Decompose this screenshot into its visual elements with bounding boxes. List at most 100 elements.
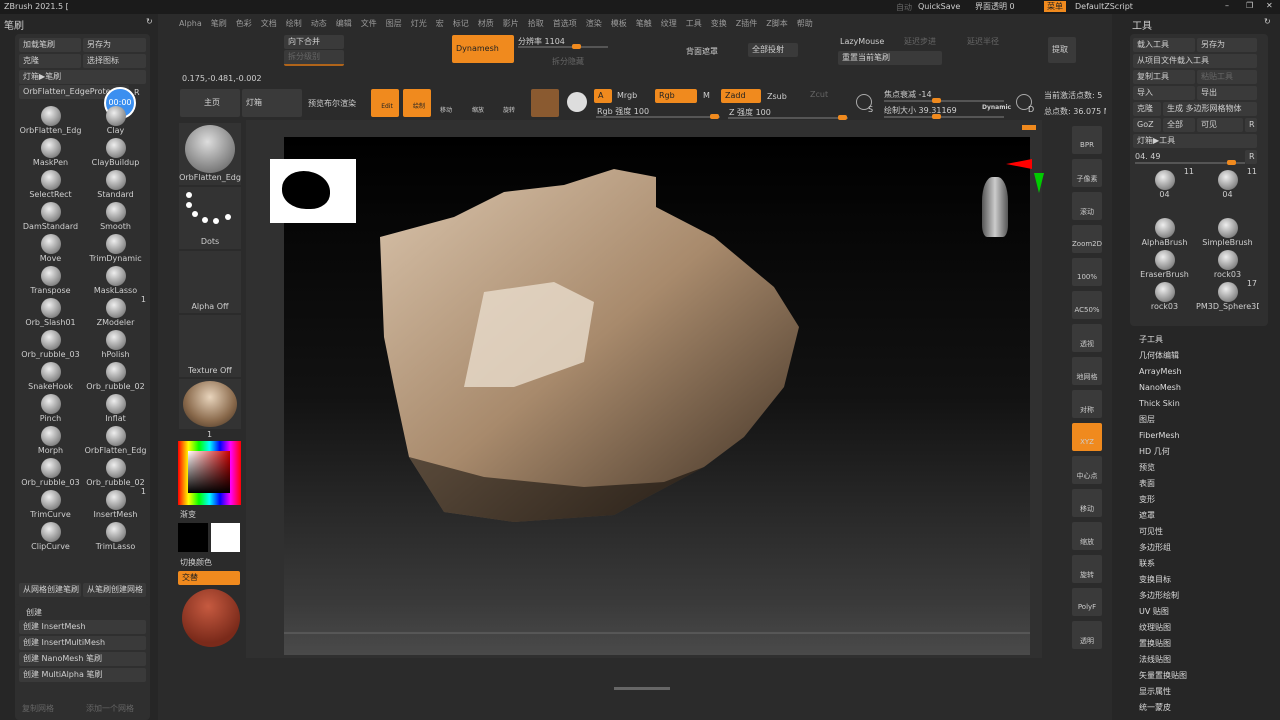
lazy-step-slider[interactable]: 延迟步进 [904,36,936,47]
tool-menu-item[interactable]: NanoMesh [1139,380,1187,396]
shelf-button-5[interactable]: AC50% [1072,291,1102,319]
brush-item[interactable]: TrimDynamic [83,231,148,263]
create-item[interactable]: 创建 NanoMesh 笔刷 [19,652,146,666]
shelf-button-1[interactable]: 子像素 [1072,159,1102,187]
lazymouse-button[interactable]: LazyMouse [840,37,884,46]
home-tab[interactable]: 主页 [180,89,240,117]
brush-item[interactable]: OrbFlatten_Edg [18,103,83,135]
brush-item[interactable]: ClipCurve [18,519,83,551]
create-item[interactable]: 创建 InsertMultiMesh [19,636,146,650]
tool-item[interactable]: AlphaBrush [1133,215,1196,247]
brush-item[interactable]: OrbFlatten_Edg [83,423,148,455]
brush-slot[interactable]: OrbFlatten_Edg [179,123,241,185]
clone-button[interactable]: 克隆 [19,54,81,68]
brush-item[interactable]: Orb_rubble_03 [18,327,83,359]
r-button-2[interactable]: R [1245,150,1257,164]
brush-item[interactable]: Clay [83,103,148,135]
shelf-button-4[interactable]: 100% [1072,258,1102,286]
restore-icon[interactable]: ❐ [1246,1,1253,10]
shelf-button-10[interactable]: 中心点 [1072,456,1102,484]
create-item[interactable]: 创建 MultiAlpha 笔刷 [19,668,146,682]
tool-menu-item[interactable]: 纹理贴图 [1139,620,1187,636]
menu-3[interactable]: 文档 [261,19,277,28]
tool-menu-item[interactable]: 显示属性 [1139,684,1187,700]
tool-menu-item[interactable]: 预览 [1139,460,1187,476]
dynamic-toggle[interactable]: Dynamic [982,104,1011,111]
brush-item[interactable]: hPolish [83,327,148,359]
tool-menu-item[interactable]: 统一蒙皮 [1139,700,1187,716]
brush-item[interactable]: SelectRect [18,167,83,199]
split-hidden-button[interactable]: 拆分隐藏 [552,56,584,67]
brush-item[interactable]: Standard [83,167,148,199]
brush-item[interactable]: Inflat [83,391,148,423]
shelf-button-2[interactable]: 滚动 [1072,192,1102,220]
zadd-toggle[interactable]: Zadd [721,89,761,103]
tool-item[interactable]: 04 11 [1196,167,1259,199]
brush-from-mesh-button[interactable]: 从网格创建笔刷 [19,583,81,597]
brush-item[interactable]: ZModeler 1 [83,295,148,327]
menu-2[interactable]: 色彩 [236,19,252,28]
menu-11[interactable]: 标记 [453,19,469,28]
create-item[interactable]: 创建 InsertMesh [19,620,146,634]
load-tool-button[interactable]: 载入工具 [1133,38,1195,52]
tool-menu-item[interactable]: 联系 [1139,556,1187,572]
copy-tool-button[interactable]: 复制工具 [1133,70,1195,84]
menu-5[interactable]: 动态 [311,19,327,28]
tool-item[interactable]: PM3D_Sphere3D 17 [1196,279,1259,311]
menu-4[interactable]: 绘制 [286,19,302,28]
move-button[interactable]: 移动 [440,105,452,114]
tool-menu-item[interactable]: 表面 [1139,476,1187,492]
shelf-button-15[interactable]: 透明 [1072,621,1102,649]
shelf-button-3[interactable]: Zoom2D [1072,225,1102,253]
brush-item[interactable]: Orb_rubble_02 [83,455,148,487]
paste-tool-button[interactable]: 粘贴工具 [1197,70,1257,84]
shelf-button-14[interactable]: PolyF [1072,588,1102,616]
refresh-icon[interactable]: ↻ [146,17,153,26]
tool-menu-item[interactable]: 矢量置换贴图 [1139,668,1187,684]
menu-button[interactable]: 菜单 [1044,1,1066,12]
edit-button[interactable]: Edit [371,89,399,117]
lightbox-tool-button[interactable]: 灯箱▶工具 [1133,134,1257,148]
menu-6[interactable]: 编辑 [336,19,352,28]
reset-button[interactable]: R [134,88,140,97]
shelf-button-7[interactable]: 地网格 [1072,357,1102,385]
all-button[interactable]: 全部 [1163,118,1195,132]
refresh-icon[interactable]: ↻ [1264,17,1271,26]
rgb-toggle[interactable]: Rgb [655,89,697,103]
extract-button[interactable]: 提取 [1048,37,1076,63]
export-button[interactable]: 导出 [1197,86,1257,100]
brush-item[interactable]: Move [18,231,83,263]
mrgb-toggle[interactable]: Mrgb [617,91,637,100]
shelf-button-12[interactable]: 缩放 [1072,522,1102,550]
tool-menu-item[interactable]: 变换目标 [1139,572,1187,588]
menu-13[interactable]: 影片 [503,19,519,28]
current-tool-slider[interactable]: 04. 49 [1135,152,1160,161]
canvas-resize-handle[interactable] [1022,125,1036,130]
close-icon[interactable]: ✕ [1266,1,1273,10]
main-color-swatch[interactable] [178,523,208,552]
add-mesh-button[interactable]: 添加一个网格 [86,703,134,714]
tool-menu-item[interactable]: 几何体编辑 [1139,348,1187,364]
reset-brush-button[interactable]: 重置当前笔刷 [838,51,942,65]
draw-button[interactable]: 绘制 [403,89,431,117]
menu-18[interactable]: 笔触 [636,19,652,28]
menu-19[interactable]: 纹理 [661,19,677,28]
scale-button[interactable]: 缩放 [472,105,484,114]
alternate-button[interactable]: 交替 [178,571,240,585]
menu-8[interactable]: 图层 [386,19,402,28]
focal-shift-slider[interactable]: 焦点衰减 -14 [884,89,932,100]
menu-17[interactable]: 模板 [611,19,627,28]
lazy-radius-slider[interactable]: 延迟半径 [967,36,999,47]
tool-item[interactable]: 04 11 [1133,167,1196,215]
menu-15[interactable]: 首选项 [553,19,577,28]
menu-24[interactable]: 帮助 [797,19,813,28]
menu-20[interactable]: 工具 [686,19,702,28]
shelf-button-0[interactable]: BPR [1072,126,1102,154]
secondary-color-swatch[interactable] [211,523,240,552]
color-picker[interactable] [178,441,241,505]
mesh-from-brush-button[interactable]: 从笔刷创建网格 [83,583,146,597]
shelf-button-8[interactable]: 对称 [1072,390,1102,418]
tool-menu-item[interactable]: 多边形绘制 [1139,588,1187,604]
m-toggle[interactable]: M [703,91,710,100]
switch-color-button[interactable]: 切换颜色 [180,557,212,568]
